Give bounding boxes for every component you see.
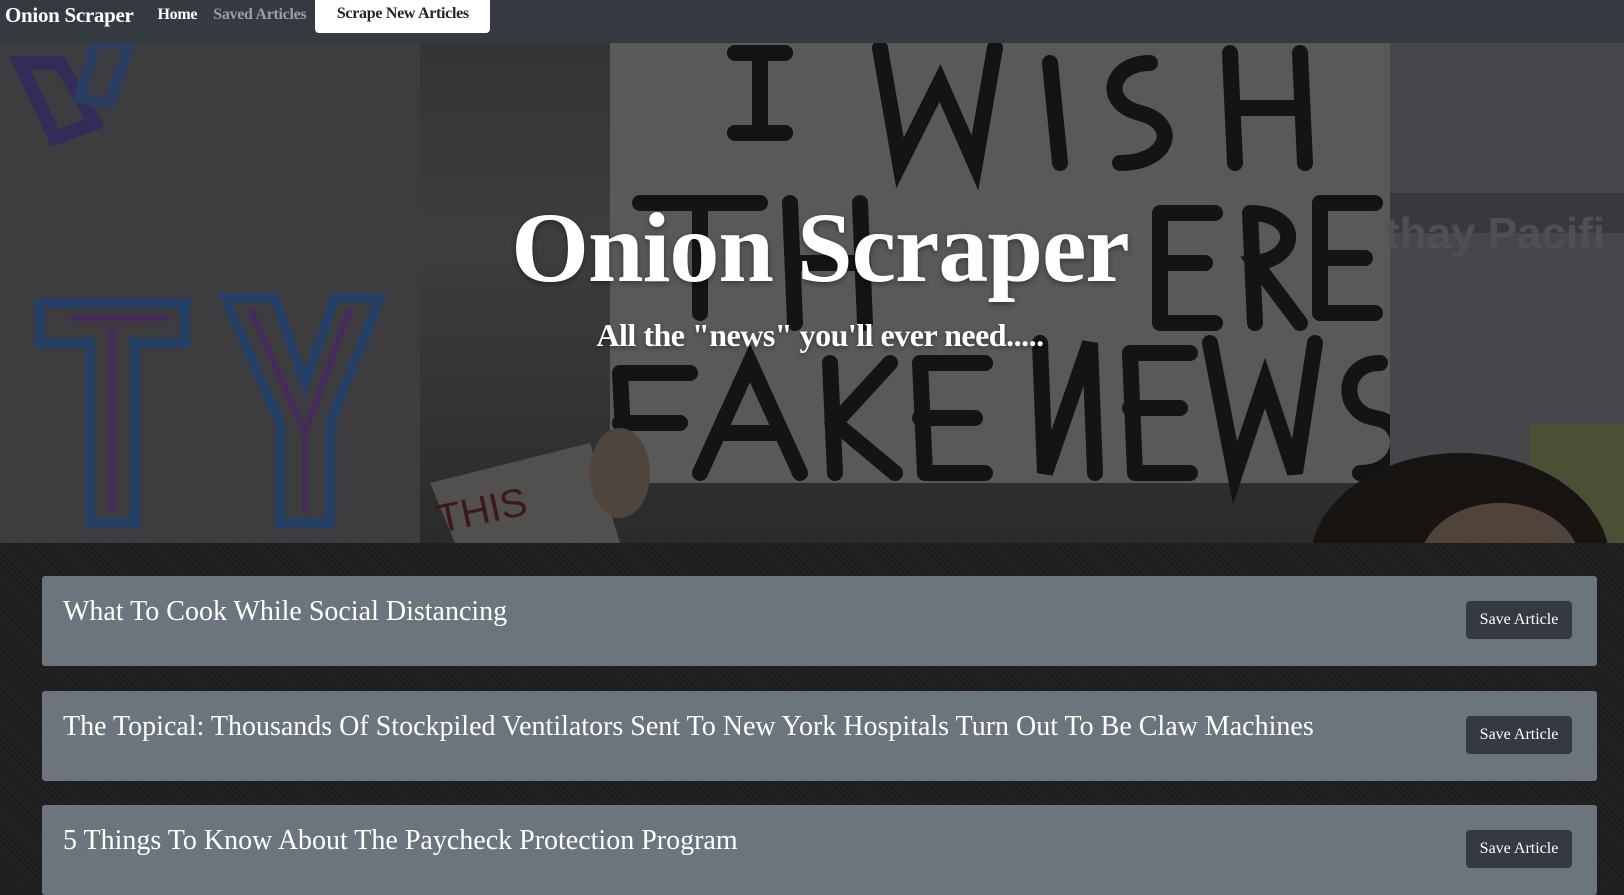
article-title[interactable]: The Topical: Thousands Of Stockpiled Ven…	[63, 709, 1314, 745]
save-article-button[interactable]: Save Article	[1466, 716, 1572, 754]
nav-saved-articles-link[interactable]: Saved Articles	[213, 0, 306, 30]
save-article-button[interactable]: Save Article	[1466, 830, 1572, 868]
hero-title: Onion Scraper	[511, 192, 1130, 303]
navbar-brand[interactable]: Onion Scraper	[5, 0, 134, 30]
navbar: Onion Scraper Home Saved Articles Scrape…	[0, 0, 1624, 43]
articles-list: What To Cook While Social Distancing Sav…	[0, 543, 1624, 895]
article-card: What To Cook While Social Distancing Sav…	[42, 576, 1597, 666]
article-card: The Topical: Thousands Of Stockpiled Ven…	[42, 691, 1597, 781]
hero-subtitle: All the "news" you'll ever need.....	[596, 317, 1044, 353]
article-card: 5 Things To Know About The Paycheck Prot…	[42, 805, 1597, 895]
scrape-new-articles-button[interactable]: Scrape New Articles	[315, 0, 491, 33]
article-title[interactable]: What To Cook While Social Distancing	[63, 594, 507, 630]
article-title[interactable]: 5 Things To Know About The Paycheck Prot…	[63, 823, 738, 859]
nav-home-link[interactable]: Home	[158, 0, 198, 30]
hero-banner: thay Pacifi THIS Onion Scraper All the "…	[0, 43, 1624, 543]
save-article-button[interactable]: Save Article	[1466, 601, 1572, 639]
